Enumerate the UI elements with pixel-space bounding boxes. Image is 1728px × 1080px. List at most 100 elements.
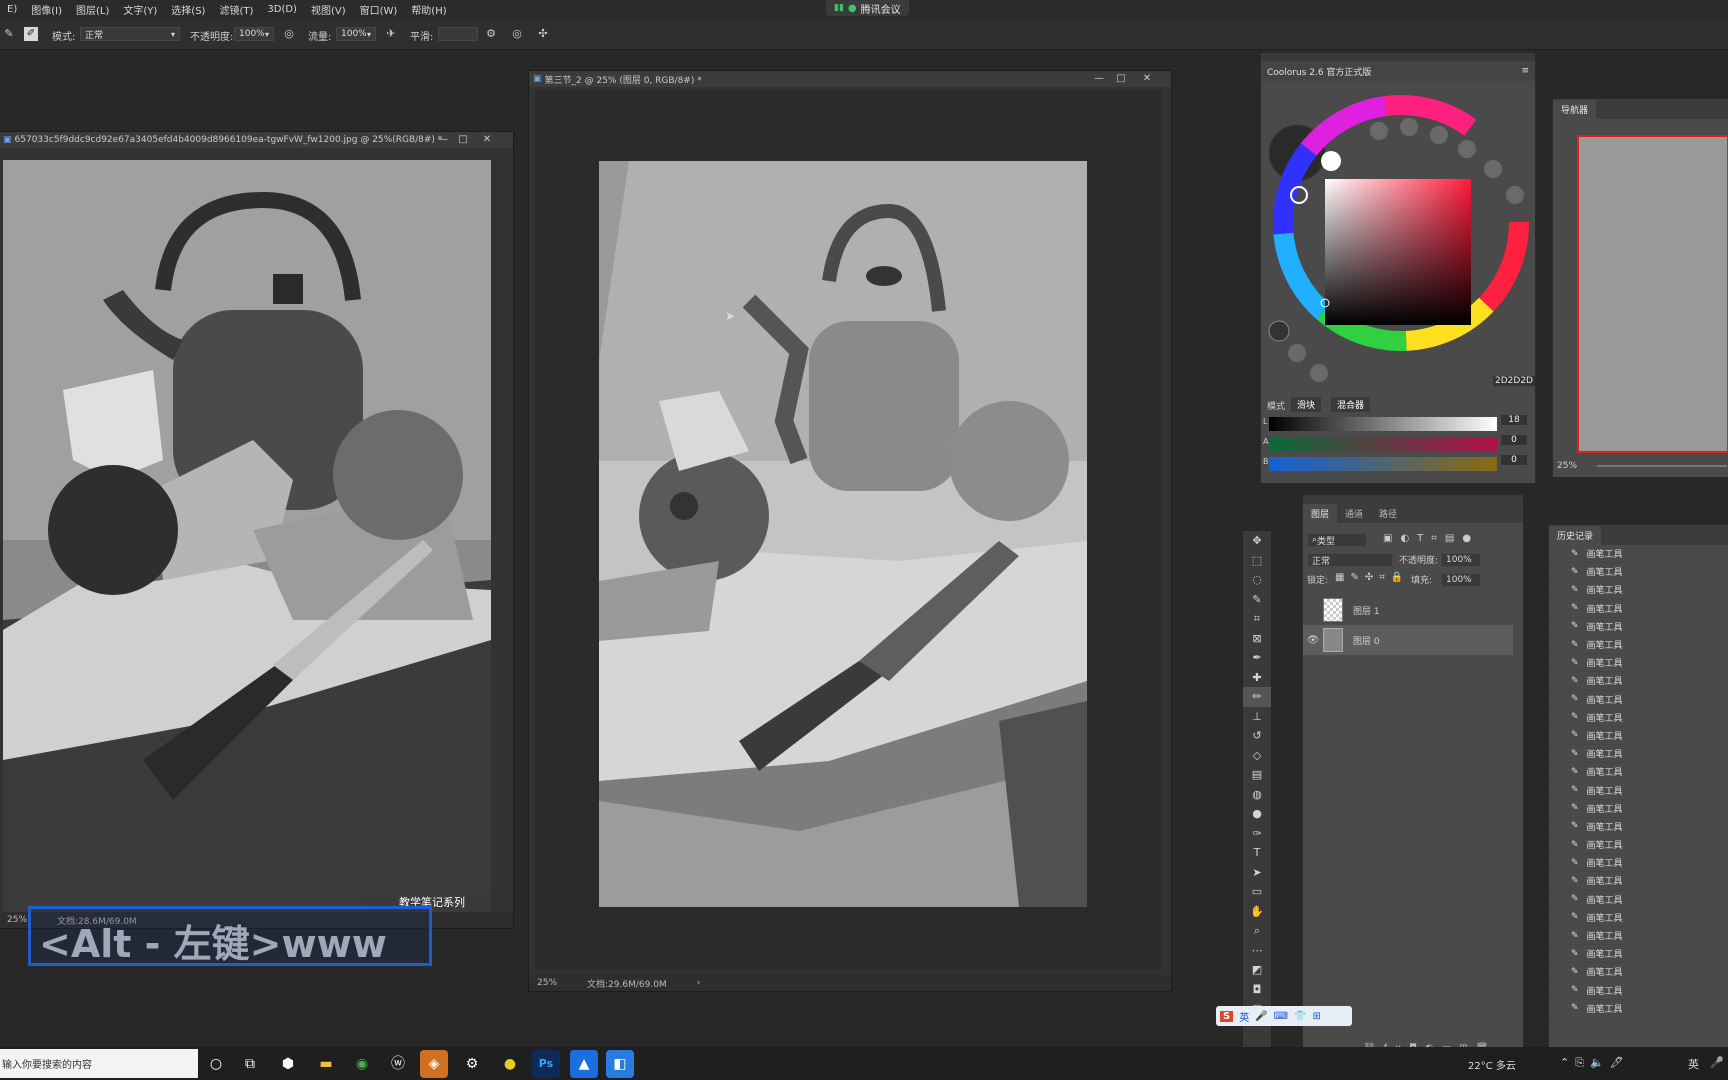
app-icon[interactable]: ⬢ <box>274 1050 302 1078</box>
layer-row[interactable]: 图层 1 <box>1303 595 1513 625</box>
tray-lang[interactable]: 英 <box>1688 1056 1699 1072</box>
shape-tool-icon[interactable]: ▭ <box>1243 882 1271 902</box>
pressure-opacity-icon[interactable]: ◎ <box>282 27 296 41</box>
mode-select[interactable]: 正常 ▾ <box>80 27 180 41</box>
menu-stub[interactable]: E) <box>0 4 24 15</box>
more-tools-icon[interactable]: ⋯ <box>1243 941 1271 961</box>
history-item[interactable]: ✎ 画笔工具 <box>1549 891 1728 909</box>
healing-brush-icon[interactable]: ✚ <box>1243 668 1271 688</box>
gradient-tool-icon[interactable]: ▤ <box>1243 765 1271 785</box>
ime-lang[interactable]: 英 <box>1239 1009 1249 1024</box>
history-item[interactable]: ✎ 画笔工具 <box>1549 745 1728 764</box>
panel-grip[interactable] <box>1261 53 1535 61</box>
history-item[interactable]: ✎ 画笔工具 <box>1549 963 1728 982</box>
app-w-icon[interactable]: ⓦ <box>384 1050 412 1078</box>
maximize-icon[interactable]: □ <box>1111 71 1131 87</box>
symmetry-icon[interactable]: ✣ <box>536 27 550 41</box>
quick-mask-icon[interactable]: ◘ <box>1243 980 1271 1000</box>
brush-preset-icon[interactable]: ✎ <box>2 27 16 41</box>
history-item[interactable]: ✎ 画笔工具 <box>1549 909 1728 927</box>
lasso-tool-icon[interactable]: ◌ <box>1243 570 1271 590</box>
layer-name[interactable]: 图层 0 <box>1353 634 1380 647</box>
photos-icon[interactable]: ▲ <box>570 1050 598 1078</box>
eyedropper-icon[interactable]: ✒ <box>1243 648 1271 668</box>
opacity-input[interactable]: 100% ▾ <box>234 27 274 41</box>
flow-input[interactable]: 100% ▾ <box>336 27 376 41</box>
cortana-icon[interactable]: ○ <box>202 1050 230 1078</box>
history-item[interactable]: ✎ 画笔工具 <box>1549 800 1728 818</box>
pressure-size-icon[interactable]: ◎ <box>510 27 524 41</box>
mic-icon[interactable]: 🎤 <box>1255 1011 1267 1022</box>
minimize-icon[interactable]: — <box>1089 71 1109 87</box>
tab-mixer[interactable]: 混合器 <box>1331 397 1371 412</box>
menu-filter[interactable]: 滤镜(T) <box>212 2 260 17</box>
hex-value[interactable]: 2D2D2D <box>1493 376 1535 386</box>
mic-icon[interactable]: 🎤 <box>1710 1056 1724 1069</box>
airbrush-icon[interactable]: ✈ <box>384 27 398 41</box>
menu-view[interactable]: 视图(V) <box>304 2 353 17</box>
history-item[interactable]: ✎ 画笔工具 <box>1549 691 1728 709</box>
tab-navigator[interactable]: 导航器 <box>1553 100 1597 119</box>
smoothing-input[interactable] <box>438 27 478 41</box>
history-item[interactable]: ✎ 画笔工具 <box>1549 1000 1728 1018</box>
crop-tool-icon[interactable]: ⌗ <box>1243 609 1271 629</box>
dodge-tool-icon[interactable]: ● <box>1243 804 1271 824</box>
hand-tool-icon[interactable]: ✋ <box>1243 902 1271 922</box>
marquee-tool-icon[interactable]: ⬚ <box>1243 551 1271 571</box>
meeting-indicator[interactable]: ▮▮ ● 腾讯会议 <box>826 0 909 16</box>
close-icon[interactable]: ✕ <box>477 132 497 148</box>
tab-paths[interactable]: 路径 <box>1371 504 1405 523</box>
history-item[interactable]: ✎ 画笔工具 <box>1549 945 1728 964</box>
stamp-tool-icon[interactable]: ⊥ <box>1243 707 1271 727</box>
history-item[interactable]: ✎ 画笔工具 <box>1549 654 1728 673</box>
frame-tool-icon[interactable]: ⊠ <box>1243 629 1271 649</box>
panel-grip[interactable] <box>1303 495 1523 503</box>
l-value[interactable]: 18 <box>1501 415 1527 425</box>
search-box[interactable]: 输入你要搜索的内容 <box>0 1049 198 1078</box>
close-icon[interactable]: ✕ <box>1137 71 1157 87</box>
move-tool-icon[interactable]: ✥ <box>1243 531 1271 551</box>
skin-icon[interactable]: 👕 <box>1294 1011 1306 1022</box>
menu-3d[interactable]: 3D(D) <box>260 4 304 15</box>
brush-settings-icon[interactable]: ✐ <box>24 27 38 41</box>
zoom-tool-icon[interactable]: ⌕ <box>1243 921 1271 941</box>
history-item[interactable]: ✎ 画笔工具 <box>1549 727 1728 746</box>
history-item[interactable]: ✎ 画笔工具 <box>1549 636 1728 655</box>
steam-icon[interactable]: ⚙ <box>458 1050 486 1078</box>
color-wheel-area[interactable] <box>1261 83 1535 483</box>
menu-select[interactable]: 选择(S) <box>164 2 212 17</box>
blend-mode-select[interactable]: 正常 <box>1307 553 1393 567</box>
eraser-tool-icon[interactable]: ◇ <box>1243 746 1271 766</box>
history-item[interactable]: ✎ 画笔工具 <box>1549 581 1728 600</box>
keyboard-icon[interactable]: ⌨ <box>1274 1011 1288 1022</box>
history-item[interactable]: ✎ 画笔工具 <box>1549 836 1728 855</box>
eye-icon[interactable]: 👁 <box>1303 635 1323 646</box>
history-item[interactable]: ✎ 画笔工具 <box>1549 818 1728 836</box>
zoom-slider[interactable] <box>1597 465 1727 467</box>
history-item[interactable]: ✎ 画笔工具 <box>1549 854 1728 873</box>
panel-menu-icon[interactable]: ≡ <box>1521 66 1529 76</box>
menu-help[interactable]: 帮助(H) <box>404 2 453 17</box>
layer-name[interactable]: 图层 1 <box>1353 604 1380 617</box>
layer-filter-select[interactable]: ⌕ 类型 <box>1307 533 1367 547</box>
history-item[interactable]: ✎ 画笔工具 <box>1549 600 1728 618</box>
chevron-right-icon[interactable]: › <box>697 978 701 988</box>
painting-canvas[interactable] <box>599 161 1087 907</box>
history-item[interactable]: ✎ 画笔工具 <box>1549 618 1728 636</box>
weather-text[interactable]: 22°C 多云 <box>1468 1057 1516 1072</box>
meeting-app-icon[interactable]: ◧ <box>606 1050 634 1078</box>
main-doc-titlebar[interactable]: ▣ 第三节_2 @ 25% (图层 0, RGB/8#) * <box>529 71 1171 87</box>
history-item[interactable]: ✎ 画笔工具 <box>1549 781 1728 800</box>
photoshop-icon[interactable]: Ps <box>532 1050 560 1078</box>
a-value[interactable]: 0 <box>1501 435 1527 445</box>
tab-layers[interactable]: 图层 <box>1303 504 1338 523</box>
history-item[interactable]: ✎ 画笔工具 <box>1549 982 1728 1000</box>
color-swatches-icon[interactable]: ◩ <box>1243 960 1271 980</box>
gear-icon[interactable]: ⚙ <box>484 27 498 41</box>
history-item[interactable]: ✎ 画笔工具 <box>1549 927 1728 946</box>
zoom-value[interactable]: 25% <box>7 915 27 925</box>
quick-select-icon[interactable]: ✎ <box>1243 590 1271 610</box>
ime-bar[interactable]: S 英 🎤 ⌨ 👕 ⊞ <box>1216 1006 1352 1026</box>
history-item[interactable]: ✎ 画笔工具 <box>1549 545 1728 564</box>
task-view-icon[interactable]: ⧉ <box>236 1050 264 1078</box>
